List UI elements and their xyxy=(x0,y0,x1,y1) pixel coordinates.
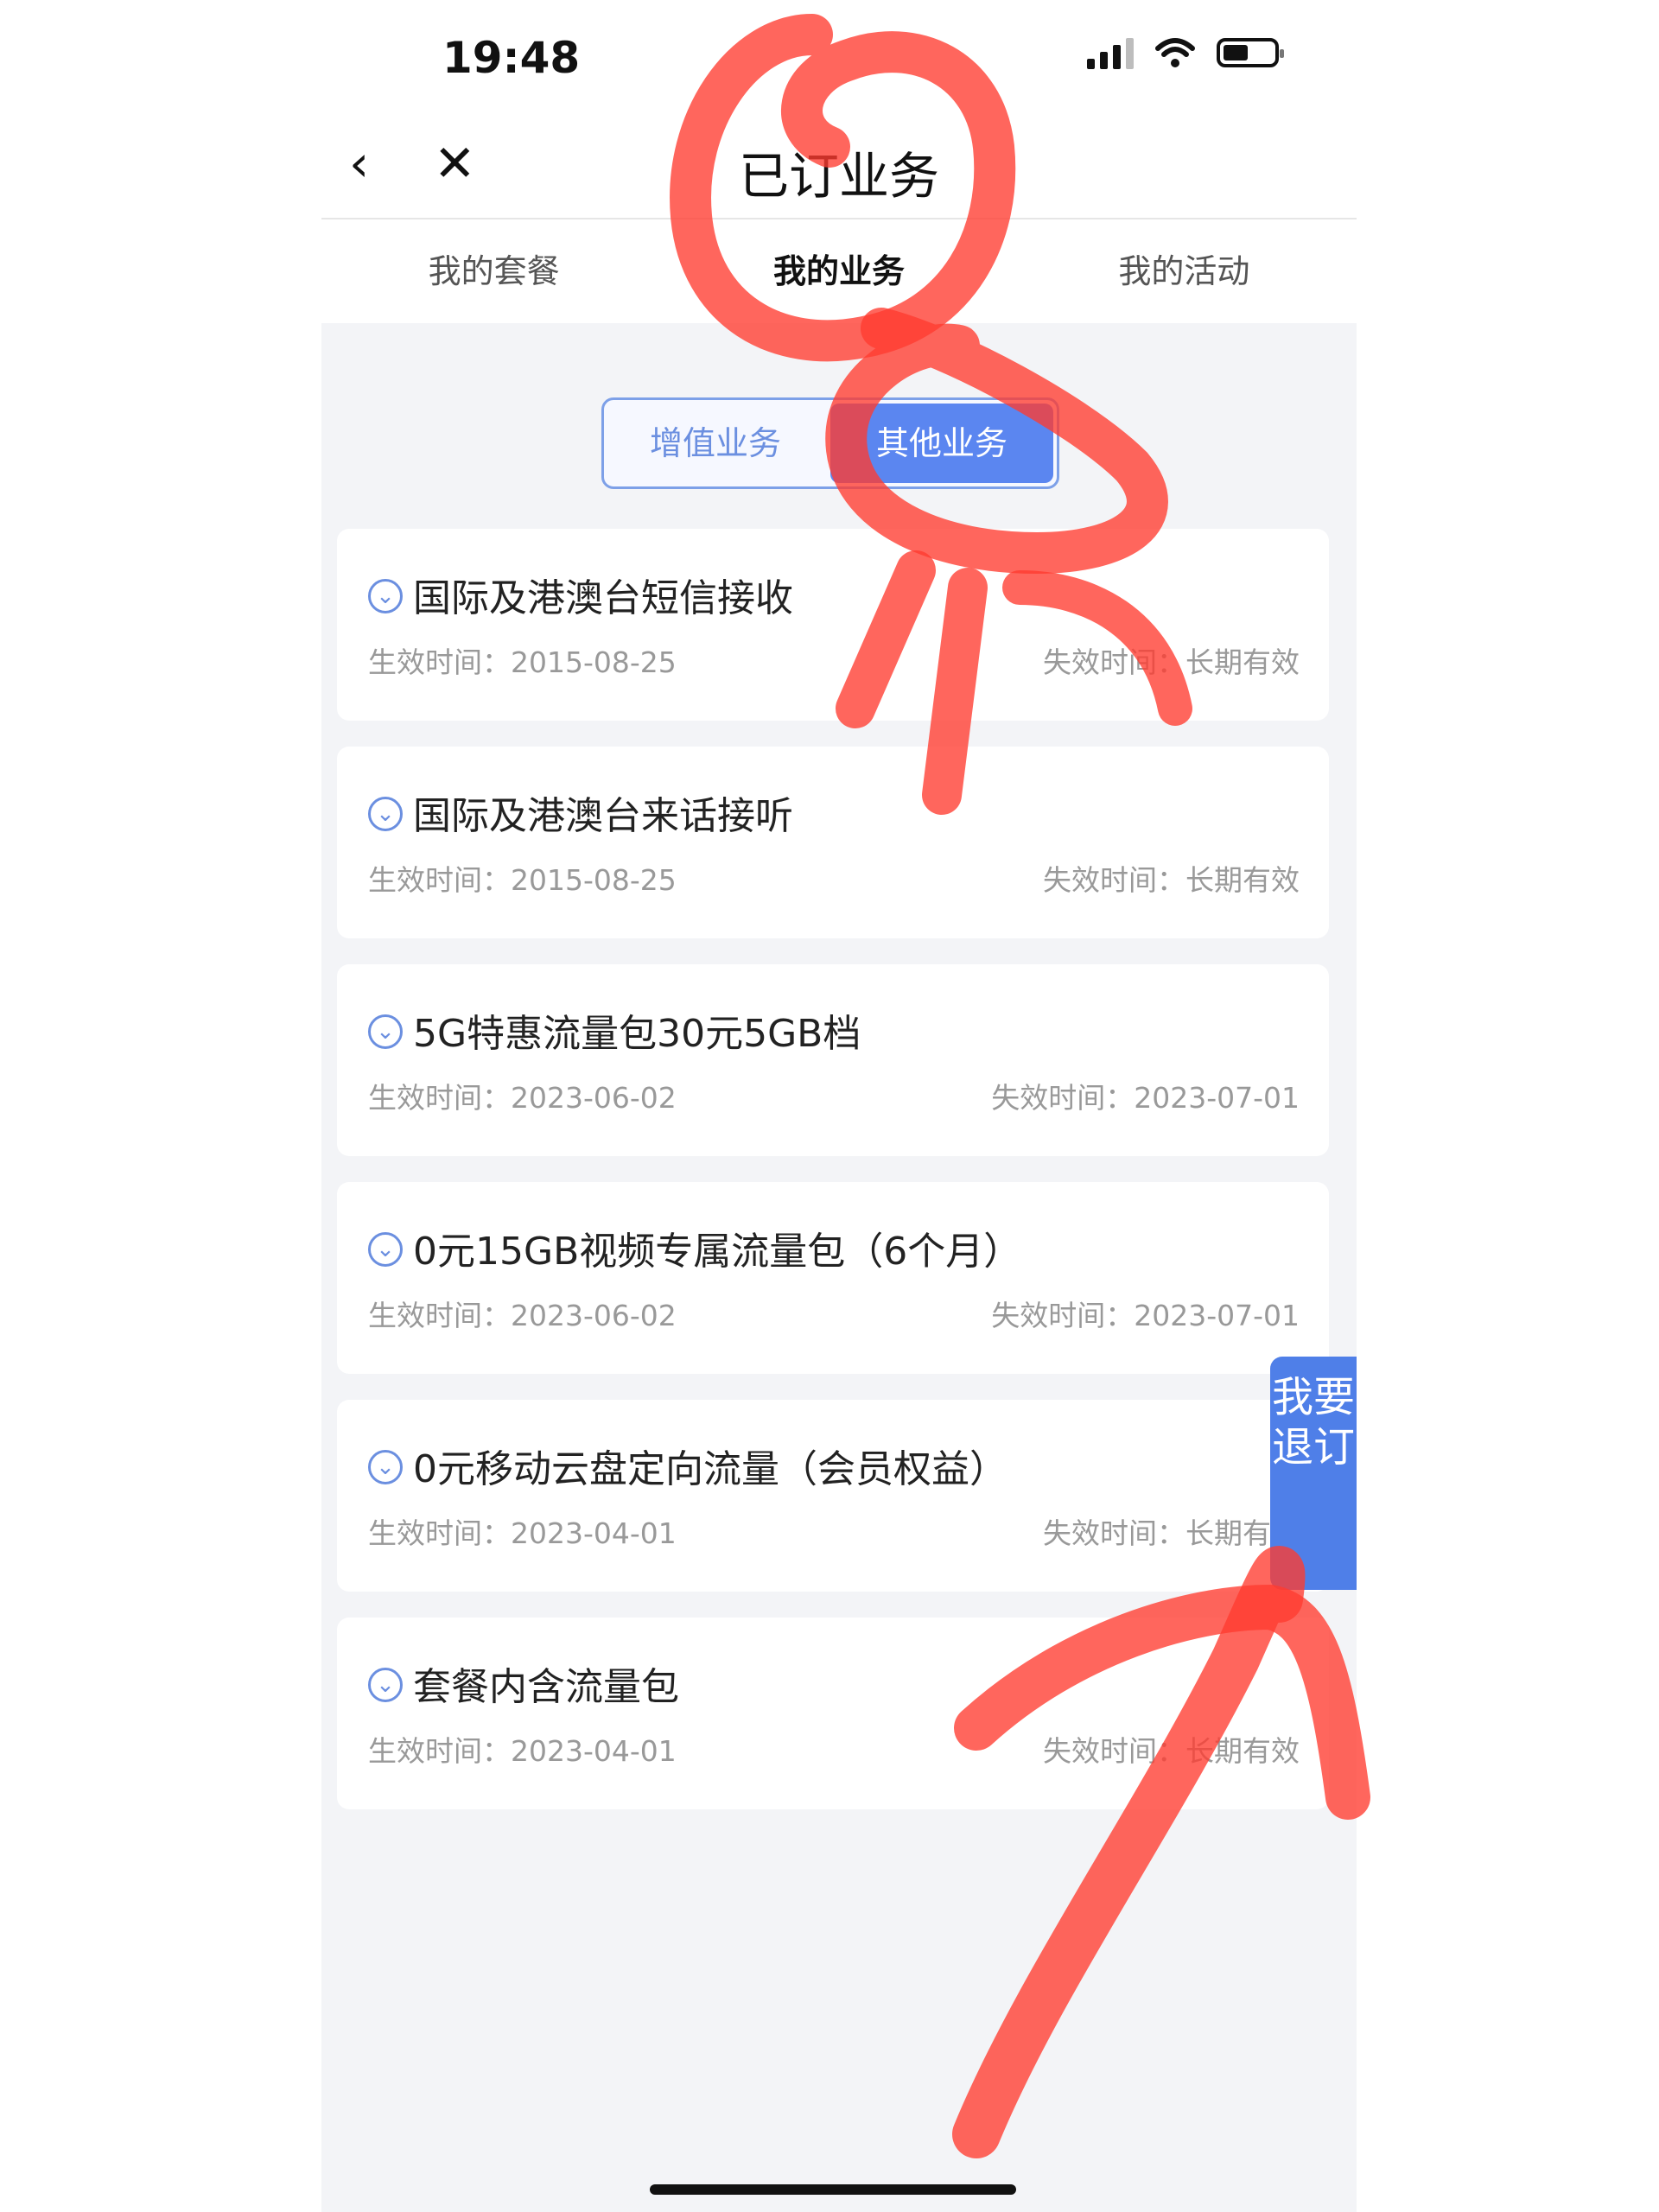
tab-my-activities[interactable]: 我的活动 xyxy=(1012,219,1357,323)
service-name: 国际及港澳台短信接收 xyxy=(413,576,793,620)
phone-screen: 19:48 ‹ ✕ 已订业务 我的套餐 我的业务 我的活动 增值业务 其他业务 … xyxy=(321,0,1357,2212)
segment-value-added[interactable]: 增值业务 xyxy=(604,400,827,486)
start-date: 生效时间：2015-08-25 xyxy=(368,863,677,897)
chevron-down-icon: ⌄ xyxy=(368,1232,403,1267)
list-item[interactable]: ⌄ 0元15GB视频专属流量包（6个月） 生效时间：2023-06-02 失效时… xyxy=(337,1182,1329,1374)
page-title: 已订业务 xyxy=(738,147,939,206)
start-date: 生效时间：2015-08-25 xyxy=(368,645,677,679)
service-name: 0元移动云盘定向流量（会员权益） xyxy=(413,1447,1007,1491)
list-item[interactable]: ⌄ 国际及港澳台短信接收 生效时间：2015-08-25 失效时间：长期有效 xyxy=(337,529,1329,721)
end-date: 失效时间：长期有效 xyxy=(1043,863,1300,897)
list-item[interactable]: ⌄ 5G特惠流量包30元5GB档 生效时间：2023-06-02 失效时间：20… xyxy=(337,964,1329,1156)
service-name: 套餐内含流量包 xyxy=(413,1665,679,1709)
status-icons xyxy=(1087,36,1284,69)
home-indicator xyxy=(650,2184,1016,2195)
wifi-icon xyxy=(1155,38,1195,67)
service-name: 5G特惠流量包30元5GB档 xyxy=(413,1012,861,1056)
tab-my-plan[interactable]: 我的套餐 xyxy=(321,219,666,323)
segment-other[interactable]: 其他业务 xyxy=(830,404,1053,483)
navigation-bar: ‹ ✕ 已订业务 xyxy=(321,117,1357,219)
end-date: 失效时间：长期有效 xyxy=(1043,1516,1300,1550)
battery-icon xyxy=(1217,38,1284,67)
status-time: 19:48 xyxy=(442,33,581,83)
tab-bar: 我的套餐 我的业务 我的活动 xyxy=(321,219,1357,323)
status-bar: 19:48 xyxy=(321,0,1357,117)
chevron-down-icon: ⌄ xyxy=(368,1014,403,1049)
service-list: ⌄ 国际及港澳台短信接收 生效时间：2015-08-25 失效时间：长期有效 ⌄… xyxy=(337,529,1329,1835)
segment-control: 增值业务 其他业务 xyxy=(601,397,1059,489)
list-item[interactable]: ⌄ 0元移动云盘定向流量（会员权益） 生效时间：2023-04-01 失效时间：… xyxy=(337,1400,1329,1592)
chevron-down-icon: ⌄ xyxy=(368,579,403,613)
list-item[interactable]: ⌄ 套餐内含流量包 生效时间：2023-04-01 失效时间：长期有效 xyxy=(337,1618,1329,1809)
start-date: 生效时间：2023-06-02 xyxy=(368,1299,677,1332)
end-date: 失效时间：长期有效 xyxy=(1043,1734,1300,1768)
tab-my-services[interactable]: 我的业务 xyxy=(666,219,1011,323)
chevron-down-icon: ⌄ xyxy=(368,1668,403,1702)
chevron-down-icon: ⌄ xyxy=(368,797,403,831)
chevron-down-icon: ⌄ xyxy=(368,1450,403,1484)
service-name: 0元15GB视频专属流量包（6个月） xyxy=(413,1230,1022,1274)
start-date: 生效时间：2023-04-01 xyxy=(368,1516,677,1550)
signal-icon xyxy=(1087,36,1134,69)
end-date: 失效时间：2023-07-01 xyxy=(991,1299,1300,1332)
end-date: 失效时间：长期有效 xyxy=(1043,645,1300,679)
list-item[interactable]: ⌄ 国际及港澳台来话接听 生效时间：2015-08-25 失效时间：长期有效 xyxy=(337,747,1329,938)
unsubscribe-button[interactable]: 我要退订 xyxy=(1270,1357,1357,1590)
end-date: 失效时间：2023-07-01 xyxy=(991,1081,1300,1115)
start-date: 生效时间：2023-06-02 xyxy=(368,1081,677,1115)
start-date: 生效时间：2023-04-01 xyxy=(368,1734,677,1768)
service-name: 国际及港澳台来话接听 xyxy=(413,794,793,838)
